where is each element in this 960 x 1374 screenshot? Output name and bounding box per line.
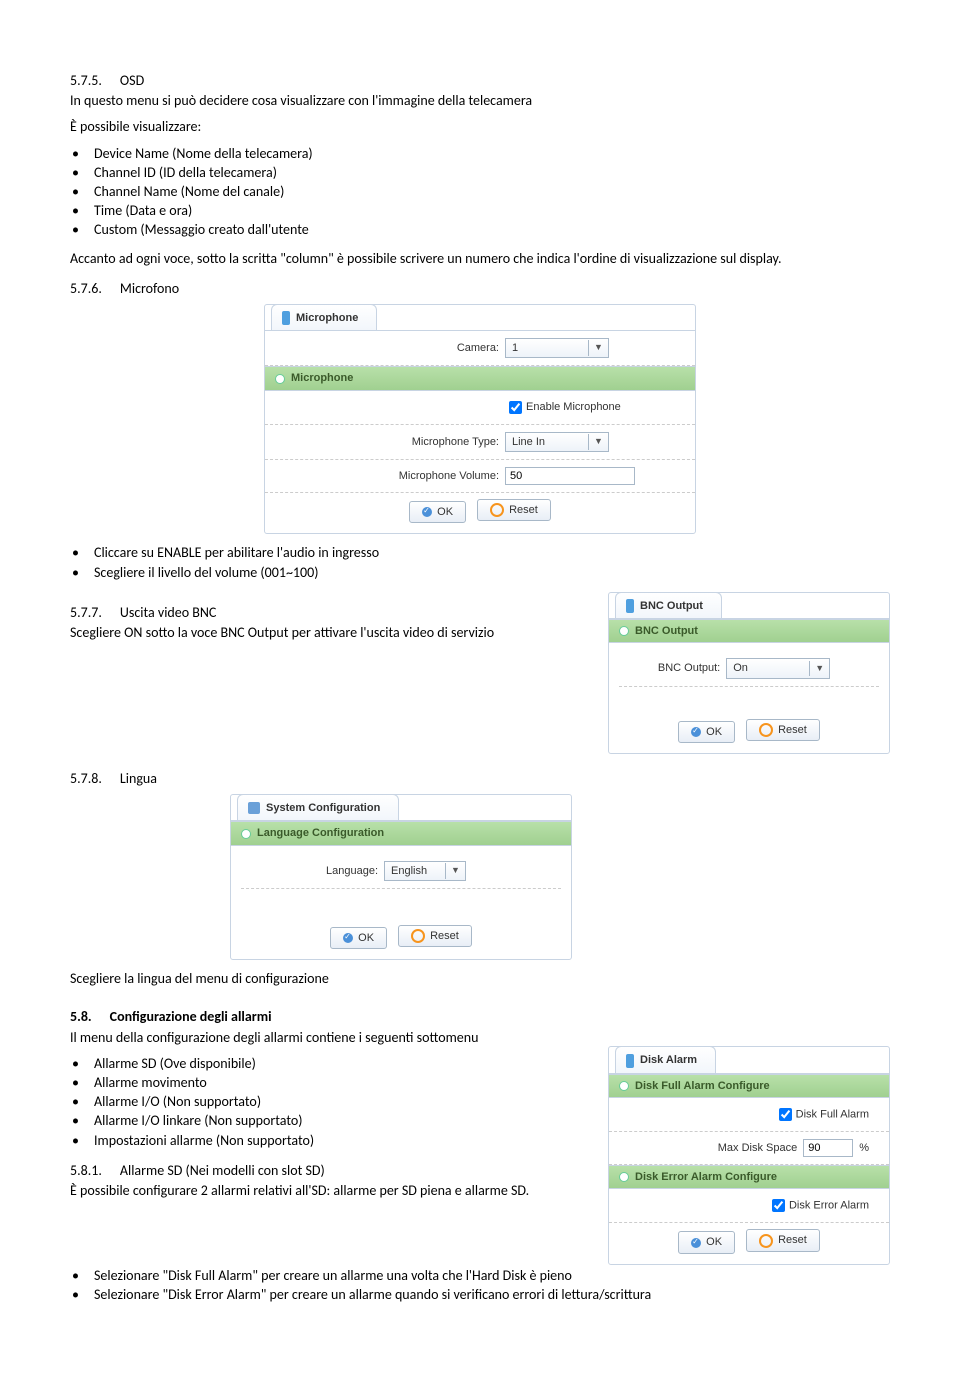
reset-icon — [490, 503, 504, 517]
max-disk-space-input[interactable] — [803, 1139, 853, 1157]
list-item: Selezionare "Disk Error Alarm" per crear… — [94, 1286, 890, 1304]
mic-volume-label: Microphone Volume: — [399, 469, 499, 483]
paragraph: È possibile configurare 2 allarmi relati… — [70, 1182, 588, 1200]
list-item: Time (Data e ora) — [94, 202, 890, 220]
max-disk-space-label: Max Disk Space — [718, 1141, 797, 1155]
section-title: Microfono — [120, 280, 179, 298]
sub-header: Microphone — [265, 366, 695, 390]
paragraph: È possibile visualizzare: — [70, 118, 890, 136]
microphone-icon — [282, 311, 290, 325]
camera-label: Camera: — [457, 341, 499, 355]
paragraph: Scegliere ON sotto la voce BNC Output pe… — [70, 624, 588, 642]
reset-button[interactable]: Reset — [746, 1229, 820, 1251]
check-icon — [422, 507, 432, 517]
bnc-output-select[interactable]: On▼ — [726, 658, 830, 678]
disk-error-alarm-checkbox[interactable]: Disk Error Alarm — [768, 1196, 869, 1215]
reset-icon — [759, 1234, 773, 1248]
list-item: Cliccare su ENABLE per abilitare l'audio… — [94, 544, 890, 562]
section-number: 5.7.5. — [70, 72, 102, 90]
bnc-output-label: BNC Output: — [658, 661, 720, 675]
reset-button[interactable]: Reset — [477, 499, 551, 521]
bnc-output-panel: BNC Output BNC Output BNC Output: On▼ OK… — [608, 592, 890, 754]
camera-select[interactable]: 1▼ — [505, 338, 609, 358]
list-item: Device Name (Nome della telecamera) — [94, 145, 890, 163]
mic-type-select[interactable]: Line In▼ — [505, 432, 609, 452]
list-item: Channel ID (ID della telecamera) — [94, 164, 890, 182]
check-icon — [343, 933, 353, 943]
section-number: 5.8. — [70, 1008, 92, 1026]
list-item: Impostazioni allarme (Non supportato) — [94, 1132, 588, 1150]
panel-tab[interactable]: Disk Alarm — [615, 1046, 716, 1072]
list-item: Allarme SD (Ove disponibile) — [94, 1055, 588, 1073]
sub-header: Disk Full Alarm Configure — [609, 1074, 889, 1098]
list-item: Allarme I/O (Non supportato) — [94, 1093, 588, 1111]
section-number: 5.8.1. — [70, 1162, 102, 1180]
mic-type-label: Microphone Type: — [412, 435, 499, 449]
tab-label: System Configuration — [266, 801, 380, 815]
gear-icon — [248, 802, 260, 814]
mic-volume-input[interactable] — [505, 467, 635, 485]
ok-button[interactable]: OK — [678, 1231, 735, 1253]
bullet-list: Selezionare "Disk Full Alarm" per creare… — [70, 1267, 890, 1304]
chevron-down-icon: ▼ — [588, 340, 608, 356]
paragraph: Scegliere la lingua del menu di configur… — [70, 970, 890, 988]
bnc-icon — [626, 599, 634, 613]
panel-tab[interactable]: Microphone — [271, 304, 377, 330]
reset-button[interactable]: Reset — [746, 719, 820, 741]
panel-tab[interactable]: System Configuration — [237, 794, 399, 820]
list-item: Allarme movimento — [94, 1074, 588, 1092]
ok-button[interactable]: OK — [678, 721, 735, 743]
ok-button[interactable]: OK — [330, 927, 387, 949]
system-config-panel: System Configuration Language Configurat… — [230, 794, 572, 960]
section-title: Uscita video BNC — [120, 604, 217, 622]
sub-header: BNC Output — [609, 619, 889, 643]
percent-unit: % — [859, 1141, 869, 1155]
reset-button[interactable]: Reset — [398, 925, 472, 947]
bullet-list: Cliccare su ENABLE per abilitare l'audio… — [70, 544, 890, 581]
sub-header: Disk Error Alarm Configure — [609, 1165, 889, 1189]
paragraph: Accanto ad ogni voce, sotto la scritta "… — [70, 250, 890, 268]
chevron-down-icon: ▼ — [588, 434, 608, 450]
reset-icon — [411, 929, 425, 943]
language-select[interactable]: English▼ — [384, 861, 466, 881]
list-item: Scegliere il livello del volume (001~100… — [94, 564, 890, 582]
chevron-down-icon: ▼ — [809, 661, 829, 677]
paragraph: In questo menu si può decidere cosa visu… — [70, 92, 890, 110]
list-item: Channel Name (Nome del canale) — [94, 183, 890, 201]
tab-label: Microphone — [296, 311, 358, 325]
section-title: Allarme SD (Nei modelli con slot SD) — [120, 1162, 325, 1180]
section-number: 5.7.8. — [70, 770, 102, 788]
tab-label: BNC Output — [640, 599, 703, 613]
list-item: Selezionare "Disk Full Alarm" per creare… — [94, 1267, 890, 1285]
check-icon — [691, 1238, 701, 1248]
tab-label: Disk Alarm — [640, 1053, 697, 1067]
disk-full-alarm-checkbox[interactable]: Disk Full Alarm — [775, 1105, 869, 1124]
sub-header: Language Configuration — [231, 821, 571, 845]
section-number: 5.7.6. — [70, 280, 102, 298]
ok-button[interactable]: OK — [409, 501, 466, 523]
check-icon — [691, 727, 701, 737]
bullet-list: Allarme SD (Ove disponibile) Allarme mov… — [70, 1055, 588, 1150]
bullet-list: Device Name (Nome della telecamera) Chan… — [70, 145, 890, 240]
section-title: Configurazione degli allarmi — [110, 1008, 272, 1026]
reset-icon — [759, 723, 773, 737]
paragraph: Il menu della configurazione degli allar… — [70, 1029, 588, 1047]
list-item: Custom (Messaggio creato dall'utente — [94, 221, 890, 239]
chevron-down-icon: ▼ — [445, 863, 465, 879]
disk-icon — [626, 1054, 634, 1068]
section-number: 5.7.7. — [70, 604, 102, 622]
disk-alarm-panel: Disk Alarm Disk Full Alarm Configure Dis… — [608, 1046, 890, 1264]
panel-tab[interactable]: BNC Output — [615, 592, 722, 618]
enable-microphone-checkbox[interactable]: Enable Microphone — [505, 401, 621, 413]
section-title: OSD — [120, 72, 144, 90]
list-item: Allarme I/O linkare (Non supportato) — [94, 1112, 588, 1130]
microphone-panel: Microphone Camera: 1▼ Microphone Enable … — [264, 304, 696, 534]
section-title: Lingua — [120, 770, 157, 788]
language-label: Language: — [326, 864, 378, 878]
